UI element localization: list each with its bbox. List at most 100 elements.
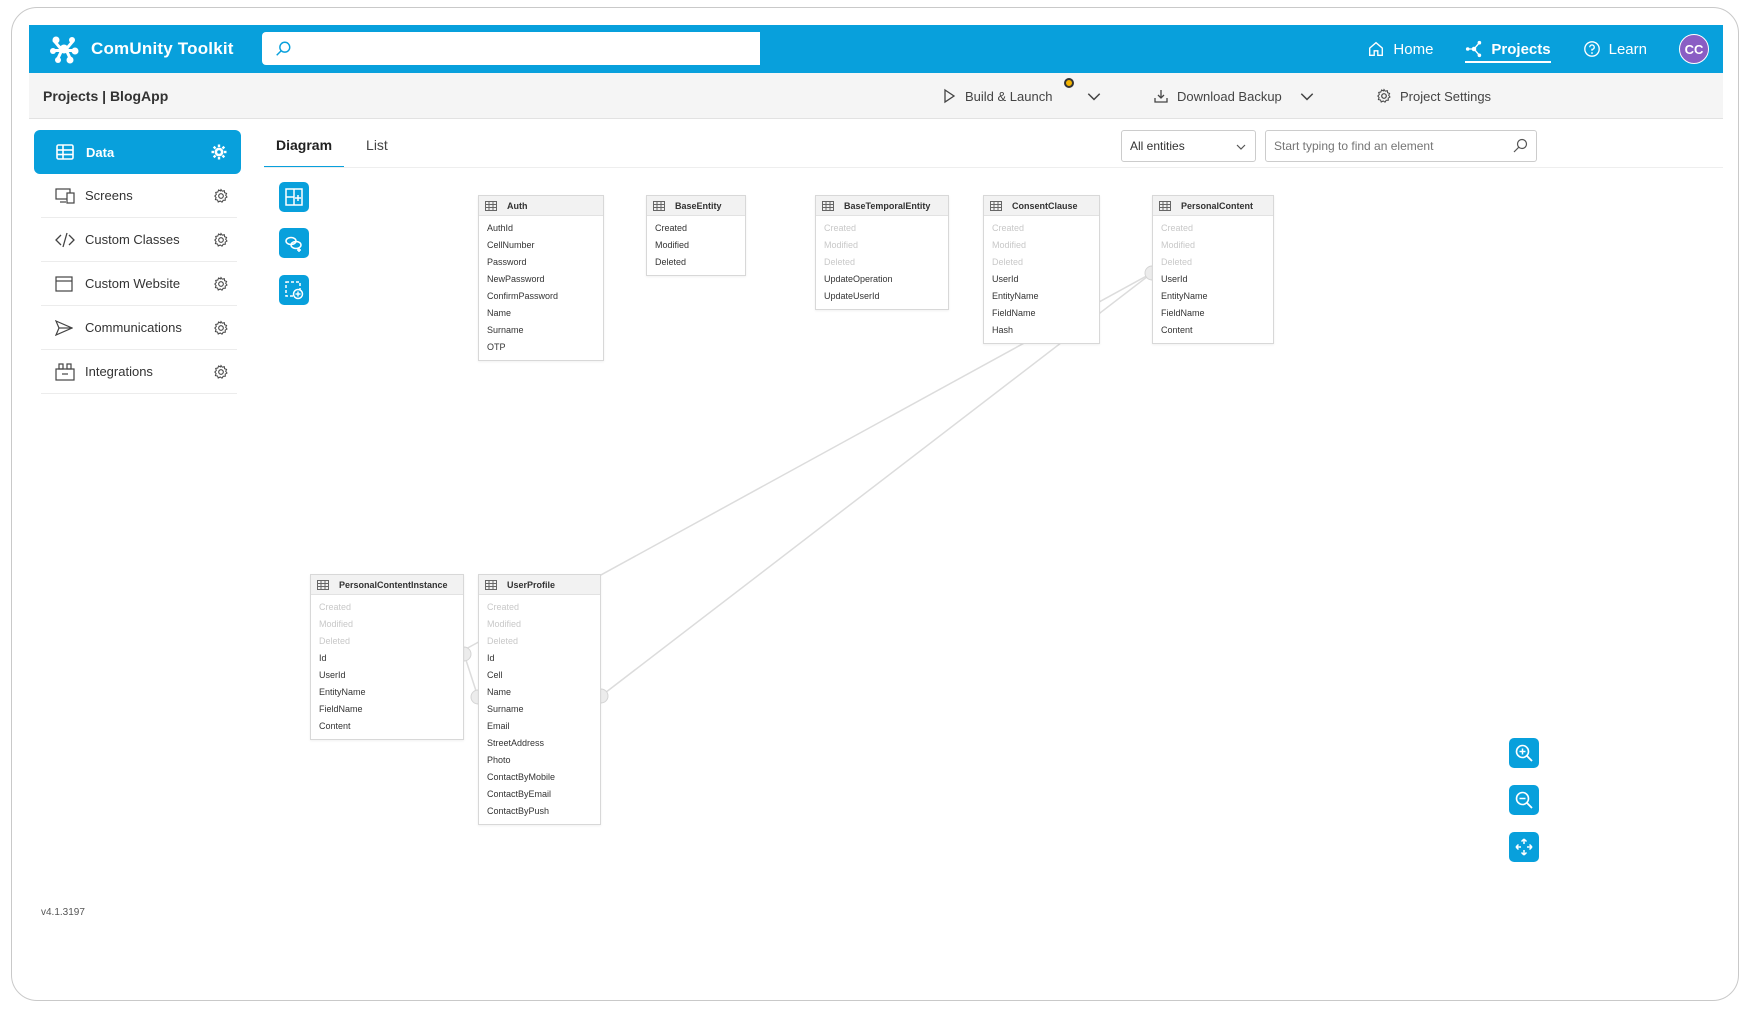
sidebar-item-label: Integrations <box>85 364 153 379</box>
zoom-out-button[interactable] <box>1509 785 1539 815</box>
entity-field[interactable]: OTP <box>487 339 603 356</box>
user-avatar[interactable]: CC <box>1679 34 1709 64</box>
entity-field[interactable]: Name <box>487 305 603 322</box>
entity-field[interactable]: UpdateUserId <box>824 288 948 305</box>
entity-auth[interactable]: Auth AuthId CellNumber Password NewPassword C… <box>478 195 604 361</box>
backup-options-dropdown[interactable] <box>1299 73 1323 119</box>
entity-header[interactable]: BaseEntity <box>647 196 745 216</box>
sidebar-item-custom-website[interactable]: Custom Website <box>41 262 237 306</box>
entity-field[interactable]: Deleted <box>1161 254 1273 271</box>
entity-field[interactable]: Password <box>487 254 603 271</box>
entity-field[interactable]: AuthId <box>487 220 603 237</box>
entity-field[interactable]: Created <box>824 220 948 237</box>
gear-icon[interactable] <box>213 188 229 204</box>
app-logo[interactable]: ComUnity Toolkit <box>47 32 234 66</box>
entity-field[interactable]: NewPassword <box>487 271 603 288</box>
build-options-dropdown[interactable] <box>1086 73 1110 119</box>
gear-icon[interactable] <box>213 364 229 380</box>
tab-list[interactable]: List <box>354 130 400 168</box>
sidebar-item-screens[interactable]: Screens <box>41 174 237 218</box>
entity-field[interactable]: Email <box>487 718 600 735</box>
entity-field[interactable]: FieldName <box>319 701 463 718</box>
entity-field[interactable]: Deleted <box>655 254 745 271</box>
entity-field[interactable]: UserId <box>319 667 463 684</box>
entity-field[interactable]: UpdateOperation <box>824 271 948 288</box>
entity-field[interactable]: Modified <box>655 237 745 254</box>
sidebar-item-integrations[interactable]: Integrations <box>41 350 237 394</box>
global-search[interactable] <box>262 32 760 65</box>
entity-field[interactable]: Created <box>1161 220 1273 237</box>
entity-field[interactable]: Modified <box>1161 237 1273 254</box>
find-element-input[interactable] <box>1274 139 1512 153</box>
entity-field[interactable]: Cell <box>487 667 600 684</box>
nav-home[interactable]: Home <box>1367 25 1433 73</box>
entity-field[interactable]: Photo <box>487 752 600 769</box>
entity-field[interactable]: Content <box>319 718 463 735</box>
entity-field[interactable]: Id <box>319 650 463 667</box>
entity-personalcontent[interactable]: PersonalContent Created Modified Deleted Use… <box>1152 195 1274 344</box>
entity-field[interactable]: Name <box>487 684 600 701</box>
entity-field[interactable]: Created <box>319 599 463 616</box>
entity-field[interactable]: Modified <box>992 237 1099 254</box>
entity-field[interactable]: ContactByMobile <box>487 769 600 786</box>
entity-header[interactable]: PersonalContent <box>1153 196 1273 216</box>
sidebar-item-custom-classes[interactable]: Custom Classes <box>41 218 237 262</box>
entity-field[interactable]: Modified <box>319 616 463 633</box>
entity-field[interactable]: StreetAddress <box>487 735 600 752</box>
entity-personalcontentinstance[interactable]: PersonalContentInstance Created Modified De… <box>310 574 464 740</box>
entity-field[interactable]: EntityName <box>992 288 1099 305</box>
entity-field[interactable]: EntityName <box>319 684 463 701</box>
entity-header[interactable]: BaseTemporalEntity <box>816 196 948 216</box>
entity-field[interactable]: UserId <box>992 271 1099 288</box>
entity-consentclause[interactable]: ConsentClause Created Modified Deleted UserI… <box>983 195 1100 344</box>
diagram-canvas[interactable]: Auth AuthId CellNumber Password NewPassword C… <box>264 168 1723 985</box>
entity-field[interactable]: Surname <box>487 701 600 718</box>
entity-header[interactable]: ConsentClause <box>984 196 1099 216</box>
download-backup-button[interactable]: Download Backup <box>1153 73 1282 119</box>
entity-field[interactable]: UserId <box>1161 271 1273 288</box>
gear-icon[interactable] <box>213 232 229 248</box>
entity-field[interactable]: CellNumber <box>487 237 603 254</box>
entity-header[interactable]: PersonalContentInstance <box>311 575 463 595</box>
entity-filter-select[interactable]: All entities <box>1121 130 1256 162</box>
sidebar-item-communications[interactable]: Communications <box>41 306 237 350</box>
zoom-in-button[interactable] <box>1509 738 1539 768</box>
entity-field[interactable]: Deleted <box>824 254 948 271</box>
find-element-field[interactable] <box>1265 130 1537 162</box>
entity-field[interactable]: Modified <box>487 616 600 633</box>
tab-diagram[interactable]: Diagram <box>264 130 345 168</box>
entity-field[interactable]: FieldName <box>1161 305 1273 322</box>
gear-icon[interactable] <box>211 144 227 160</box>
entity-field[interactable]: Created <box>992 220 1099 237</box>
project-settings-button[interactable]: Project Settings <box>1376 73 1491 119</box>
nav-learn[interactable]: Learn <box>1583 25 1647 73</box>
entity-field[interactable]: Deleted <box>487 633 600 650</box>
gear-icon[interactable] <box>213 320 229 336</box>
entity-header[interactable]: UserProfile <box>479 575 600 595</box>
entity-field[interactable]: Deleted <box>992 254 1099 271</box>
entity-field[interactable]: ContactByEmail <box>487 786 600 803</box>
entity-field[interactable]: ContactByPush <box>487 803 600 820</box>
entity-field[interactable]: Modified <box>824 237 948 254</box>
fit-to-screen-button[interactable] <box>1509 832 1539 862</box>
screens-icon <box>55 186 75 206</box>
build-launch-button[interactable]: Build & Launch <box>941 73 1052 119</box>
entity-header[interactable]: Auth <box>479 196 603 216</box>
entity-field[interactable]: Hash <box>992 322 1099 339</box>
gear-icon[interactable] <box>213 276 229 292</box>
entity-baseentity[interactable]: BaseEntity Created Modified Deleted <box>646 195 746 276</box>
entity-basetemporalentity[interactable]: BaseTemporalEntity Created Modified Deleted… <box>815 195 949 310</box>
entity-field[interactable]: EntityName <box>1161 288 1273 305</box>
nav-projects[interactable]: Projects <box>1465 25 1551 73</box>
entity-userprofile[interactable]: UserProfile Created Modified Deleted Id Cell N… <box>478 574 601 825</box>
entity-field[interactable]: Content <box>1161 322 1273 339</box>
entity-field[interactable]: Id <box>487 650 600 667</box>
entity-field[interactable]: Surname <box>487 322 603 339</box>
global-search-input[interactable] <box>298 32 760 65</box>
entity-field[interactable]: Deleted <box>319 633 463 650</box>
entity-field[interactable]: Created <box>655 220 745 237</box>
entity-field[interactable]: ConfirmPassword <box>487 288 603 305</box>
entity-field[interactable]: FieldName <box>992 305 1099 322</box>
sidebar-item-data[interactable]: Data <box>34 130 241 174</box>
entity-field[interactable]: Created <box>487 599 600 616</box>
